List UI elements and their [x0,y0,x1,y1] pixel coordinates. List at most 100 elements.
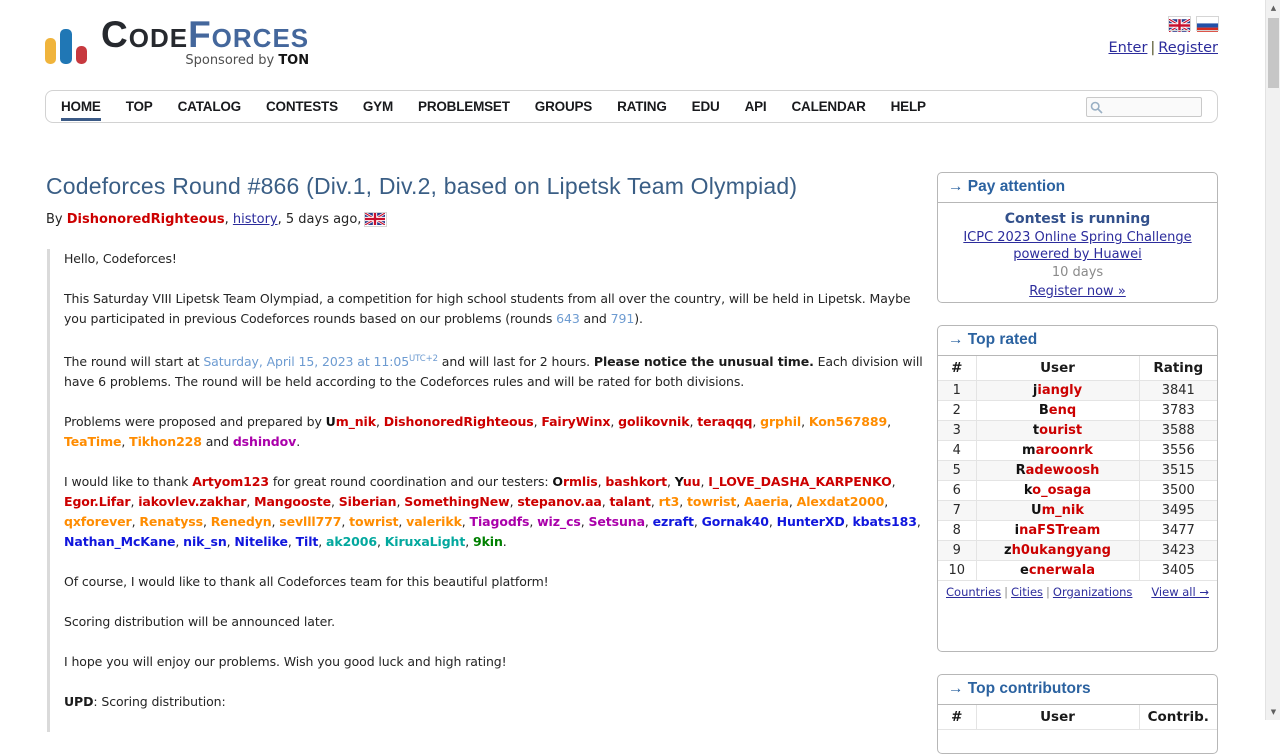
user-link[interactable]: U [326,414,336,429]
user-link[interactable]: ezraft [653,514,694,529]
user-link[interactable]: Alexdat2000 [797,494,885,509]
user-link[interactable]: HunterXD [777,514,845,529]
nav-item-top[interactable]: TOP [126,99,153,114]
contest-link[interactable]: ICPC 2023 Online Spring Challenge powere… [946,229,1209,263]
countries-link[interactable]: Countries [946,585,1001,599]
user-link[interactable]: TeaTime [64,434,121,449]
top-rated-caption: → Top rated [938,326,1217,356]
user-link[interactable]: inaFSTream [976,521,1139,541]
inline-link[interactable]: Saturday, April 15, 2023 at 11:05 [203,354,409,369]
nav-item-catalog[interactable]: CATALOG [178,99,241,114]
uk-flag-icon[interactable] [1169,17,1190,30]
user-link[interactable]: golikovnik [618,414,689,429]
user-link[interactable]: Nathan_McKane [64,534,175,549]
nav-item-help[interactable]: HELP [891,99,926,114]
user-link[interactable]: ko_osaga [976,481,1139,501]
view-all-link[interactable]: View all → [1151,585,1209,599]
user-link[interactable]: Egor.Lifar [64,494,131,509]
arrow-up-icon[interactable]: ▲ [1266,0,1280,16]
scrollbar-thumb[interactable] [1268,18,1279,88]
user-link[interactable]: teraqqq [697,414,752,429]
user-link[interactable]: Y [675,474,683,489]
nav-item-contests[interactable]: CONTESTS [266,99,338,114]
page-scrollbar[interactable]: ▲ ▼ [1265,0,1280,720]
user-link[interactable]: towrist [349,514,398,529]
user-link[interactable]: m_nik [336,414,376,429]
user-link[interactable]: jiangly [976,381,1139,401]
nav-item-gym[interactable]: GYM [363,99,393,114]
user-link[interactable]: qxforever [64,514,132,529]
inline-link[interactable]: 643 [556,311,580,326]
user-link[interactable]: stepanov.aa [517,494,601,509]
user-link[interactable]: wiz_cs [537,514,581,529]
user-link[interactable]: Tilt [296,534,319,549]
text-segment: , [377,534,385,549]
user-link[interactable]: Gornak40 [702,514,769,529]
user-link[interactable]: kbats183 [852,514,916,529]
register-now-link[interactable]: Register now » [1029,283,1126,300]
nav-item-problemset[interactable]: PROBLEMSET [418,99,510,114]
table-row: 10ecnerwala3405 [938,561,1217,581]
user-link[interactable]: iakovlev.zakhar [138,494,246,509]
inline-link[interactable]: UTC+2 [409,354,438,364]
nav-item-calendar[interactable]: CALENDAR [791,99,865,114]
arrow-down-icon[interactable]: ▼ [1266,704,1280,720]
user-link[interactable]: Renatyss [139,514,203,529]
user-link[interactable]: towrist [687,494,736,509]
user-link[interactable]: zh0ukangyang [976,541,1139,561]
user-link[interactable]: Um_nik [976,501,1139,521]
ru-flag-icon[interactable] [1197,17,1218,30]
organizations-link[interactable]: Organizations [1053,585,1133,599]
user-link[interactable]: Mangooste [254,494,331,509]
user-link[interactable]: maroonrk [976,441,1139,461]
rank-cell: 10 [938,561,976,581]
user-link[interactable]: DishonoredRighteous [384,414,534,429]
user-link[interactable]: 9kin [473,534,503,549]
user-link[interactable]: nik_sn [183,534,227,549]
register-link[interactable]: Register [1158,40,1218,56]
user-link[interactable]: rmlis [563,474,598,489]
history-link[interactable]: history [233,212,278,227]
user-link[interactable]: Tiagodfs [470,514,530,529]
nav-item-rating[interactable]: RATING [617,99,667,114]
user-link[interactable]: valerikk [406,514,462,529]
user-link[interactable]: Kon567889 [809,414,887,429]
user-link[interactable]: sevlll777 [279,514,341,529]
text-segment: , [694,514,702,529]
nav-item-api[interactable]: API [745,99,767,114]
user-link[interactable]: ak2006 [326,534,377,549]
user-link[interactable]: SomethingNew [404,494,509,509]
user-link[interactable]: Benq [976,401,1139,421]
user-link[interactable]: Aaeria [744,494,789,509]
blog-post-title[interactable]: Codeforces Round #866 (Div.1, Div.2, bas… [46,173,797,200]
cities-link[interactable]: Cities [1011,585,1043,599]
user-link[interactable]: dshindov [233,434,296,449]
user-link[interactable]: Renedyn [211,514,272,529]
user-link[interactable]: Setsuna [588,514,644,529]
user-link[interactable]: tourist [976,421,1139,441]
user-link[interactable]: Siberian [339,494,397,509]
inline-link[interactable]: 791 [611,311,635,326]
user-link[interactable]: KiruxaLight [385,534,466,549]
user-link[interactable]: ecnerwala [976,561,1139,581]
user-link[interactable]: uu [683,474,701,489]
user-link[interactable]: Nitelike [234,534,287,549]
user-link[interactable]: bashkort [605,474,667,489]
user-link[interactable]: grphil [760,414,801,429]
nav-item-groups[interactable]: GROUPS [535,99,592,114]
user-link[interactable]: Artyom123 [192,474,269,489]
user-link[interactable]: I_LOVE_DASHA_KARPENKO [708,474,891,489]
user-link[interactable]: FairyWinx [541,414,610,429]
user-link[interactable]: talant [610,494,651,509]
enter-link[interactable]: Enter [1108,40,1147,56]
user-link[interactable]: DishonoredRighteous [67,212,225,227]
user-link[interactable]: Radewoosh [976,461,1139,481]
user-link[interactable]: Tikhon228 [129,434,202,449]
nav-item-home[interactable]: HOME [61,99,101,114]
search-input[interactable] [1105,98,1200,116]
column-header: Contrib. [1139,705,1217,730]
nav-item-edu[interactable]: EDU [692,99,720,114]
user-link[interactable]: rt3 [659,494,680,509]
user-link[interactable]: O [552,474,563,489]
codeforces-logo[interactable]: CodeForces Sponsored by TON [45,18,309,68]
